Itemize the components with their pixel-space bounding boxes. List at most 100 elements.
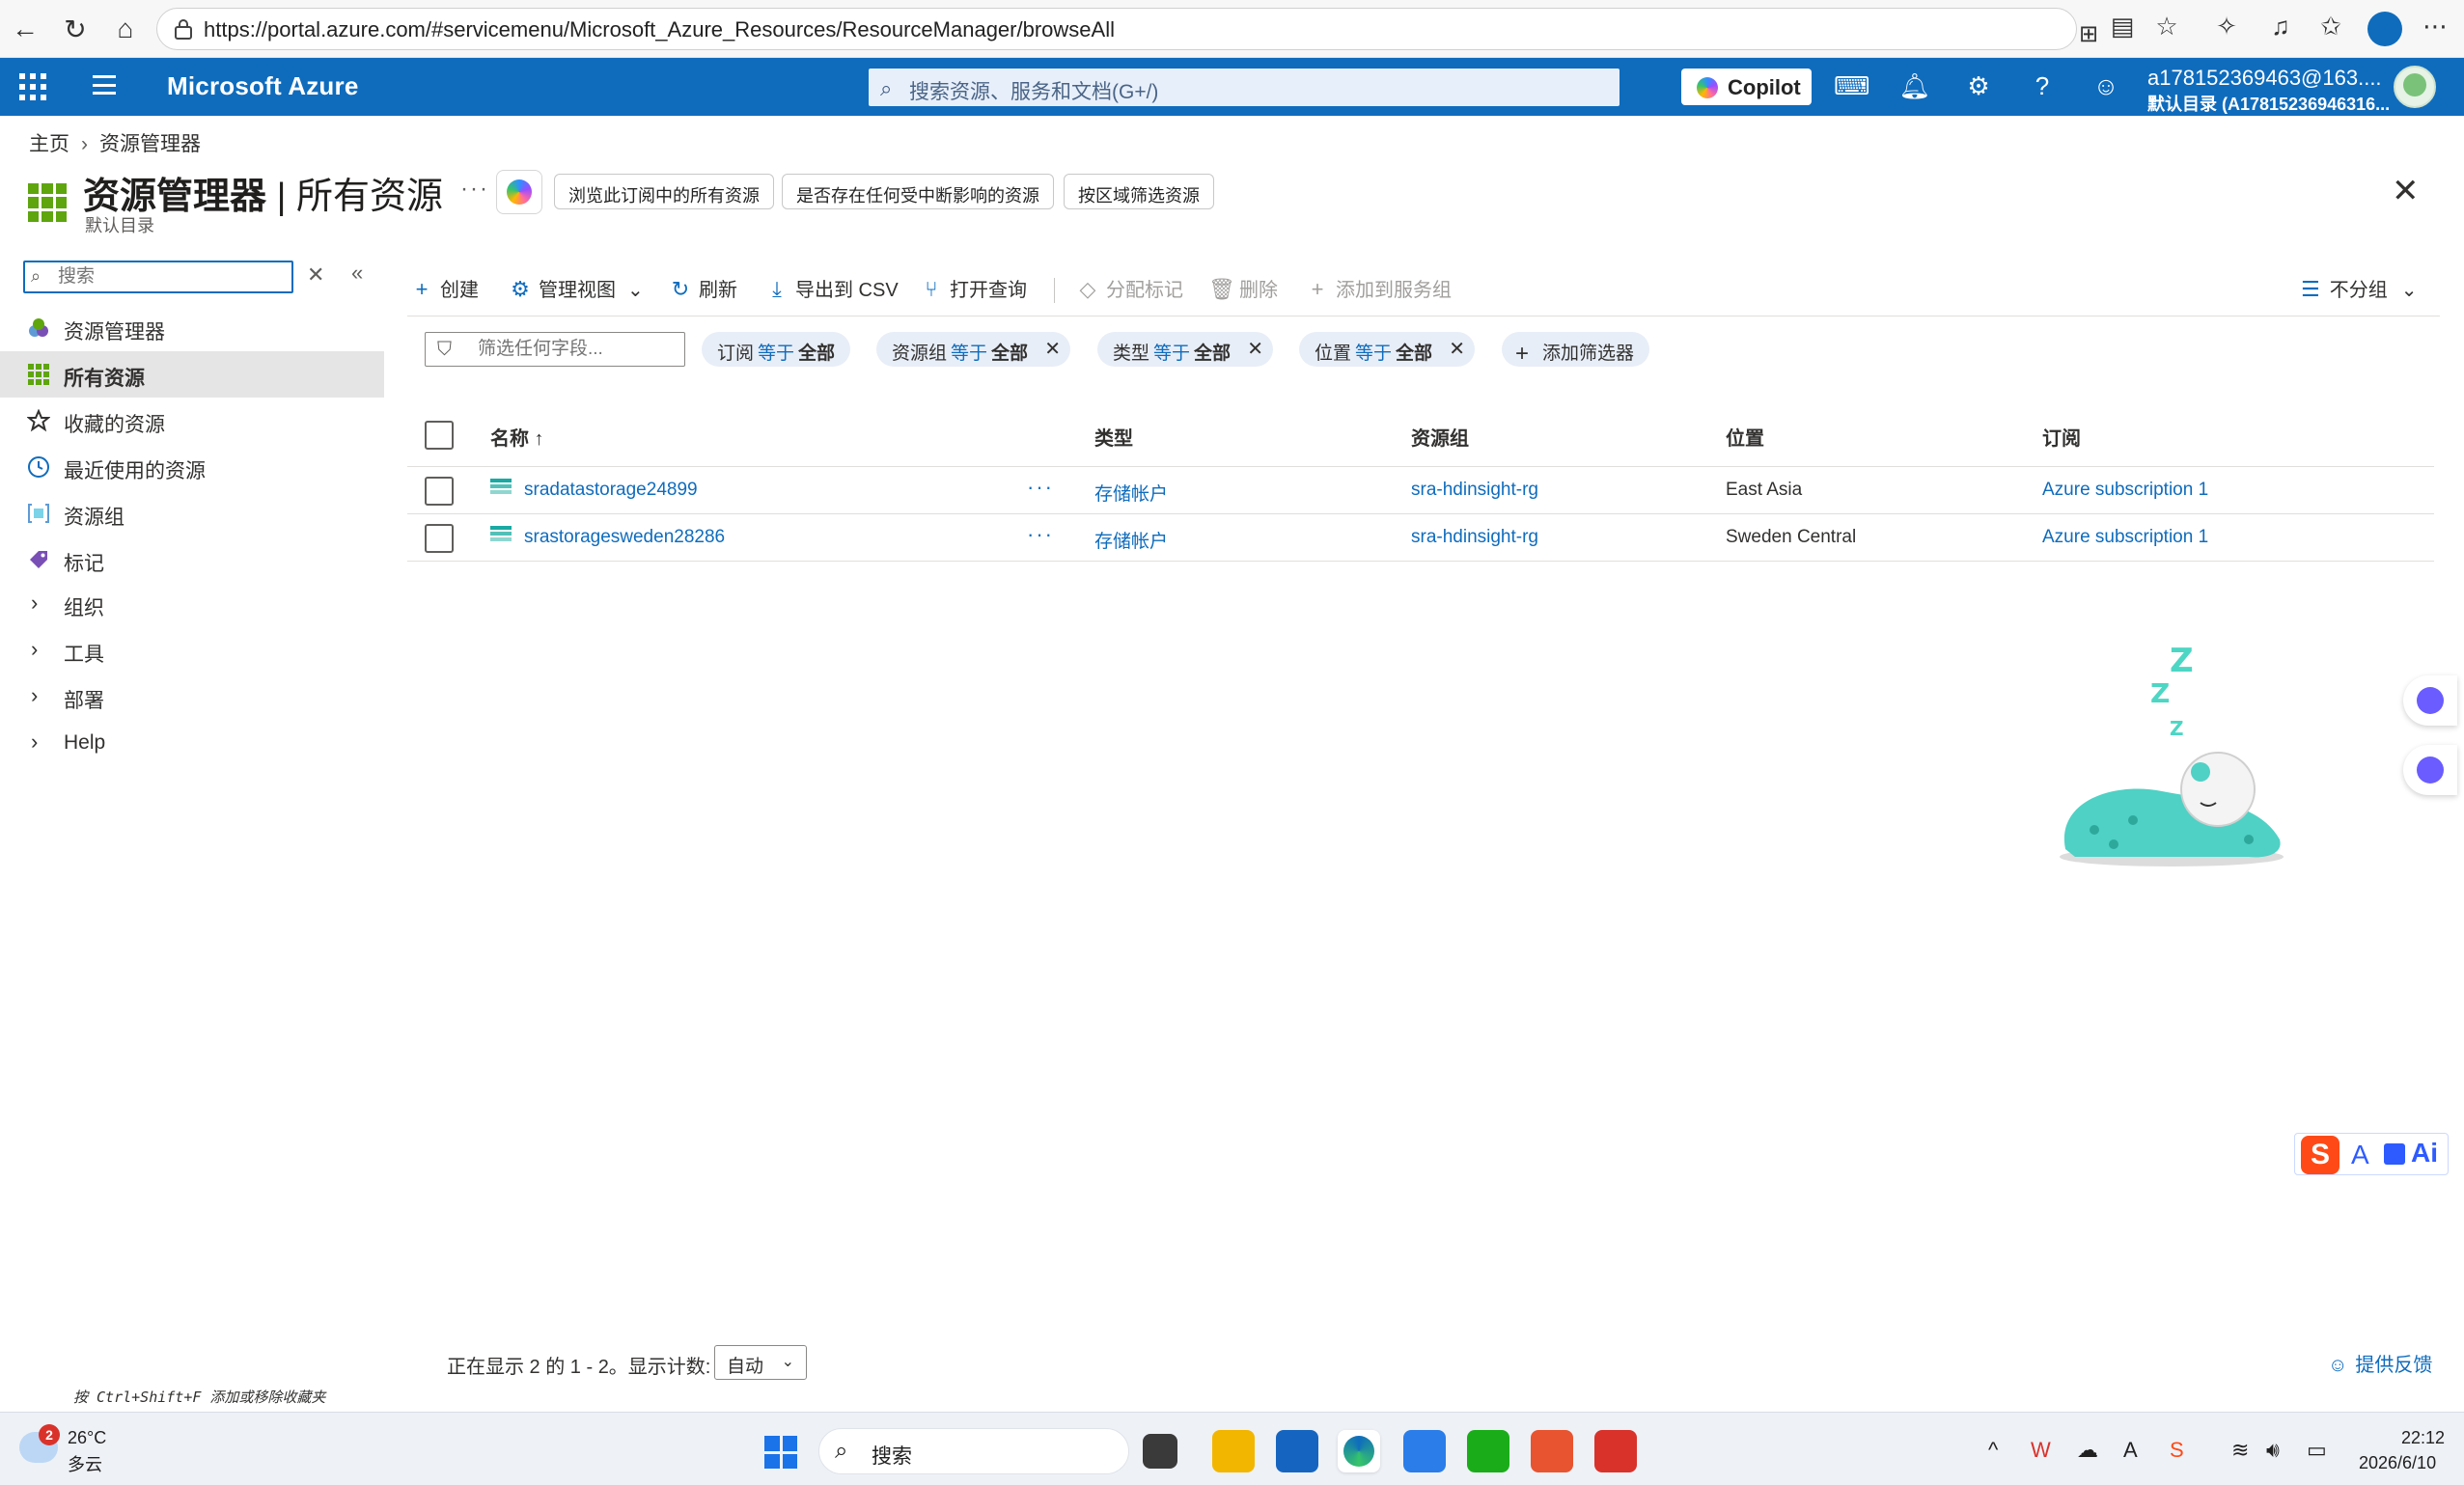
brand-title[interactable]: Microsoft Azure [167,71,359,101]
media-icon[interactable]: ♫ [2262,12,2299,46]
sidebar-item-favorites[interactable]: 收藏的资源 [23,398,384,444]
resource-group-link[interactable]: sra-hdinsight-rg [1411,480,1538,501]
ime-letter-icon[interactable]: A [2351,1140,2369,1170]
help-icon[interactable]: ? [2025,71,2060,104]
column-header-resource-group[interactable]: 资源组 [1411,423,1469,451]
cloud-shell-icon[interactable]: ⌨ [1834,71,1870,104]
add-to-service-group-button[interactable]: + 添加到服务组 [1305,274,1452,303]
row-checkbox[interactable] [425,477,454,506]
weather-temperature[interactable]: 26°C [68,1428,106,1448]
row-more-icon[interactable]: ··· [1027,475,1054,500]
extensions-icon[interactable]: ✧ [2208,12,2245,46]
breadcrumb-current[interactable]: 资源管理器 [99,133,201,155]
filter-chip-type[interactable]: 类型 等于 全部 ✕ [1097,332,1274,367]
windows-start-icon[interactable] [764,1436,797,1469]
outlook-icon[interactable] [1276,1430,1318,1472]
sidebar-search-box[interactable]: ⌕ [23,261,293,293]
account-directory[interactable]: 默认目录 (A17815236946316... [2147,91,2390,116]
resource-name-link[interactable]: sradatastorage24899 [524,480,698,501]
sidebar-item-recent[interactable]: 最近使用的资源 [23,444,384,490]
notifications-bell-icon[interactable]: 🔔︎ [1897,71,1932,104]
cloud-sync-icon[interactable]: ☁ [2077,1438,2098,1463]
profile-avatar[interactable] [2367,12,2402,46]
close-blade-icon[interactable]: ✕ [2392,172,2420,210]
resource-group-link[interactable]: sra-hdinsight-rg [1411,527,1538,548]
edge-browser-icon[interactable] [1338,1430,1380,1472]
manage-view-button[interactable]: ⚙ 管理视图 ⌄ [508,274,644,303]
filter-input[interactable] [476,338,678,361]
sidebar-item-resource-groups[interactable]: 资源组 [23,490,384,536]
font-tray-icon[interactable]: A [2123,1438,2138,1463]
weather-description[interactable]: 多云 [68,1451,102,1476]
keyboard-icon[interactable] [2384,1143,2405,1165]
home-icon[interactable]: ⌂ [104,8,147,50]
favorites-icon[interactable]: ✩ [2312,12,2349,46]
sidebar-search-input[interactable] [56,265,288,289]
wps-tray-icon[interactable]: W [2031,1438,2051,1463]
back-icon[interactable]: ← [4,8,46,50]
url-text[interactable]: https://portal.azure.com/#servicemenu/Mi… [204,17,1115,42]
reader-icon[interactable]: ▤ [2104,12,2141,46]
page-size-select[interactable]: 自动 ⌄ [714,1345,807,1380]
taskbar-search[interactable]: ⌕ 搜索 [818,1428,1129,1474]
waffle-icon[interactable] [19,73,46,100]
resource-type-link[interactable]: 存储帐户 [1094,480,1168,506]
copilot-suggestion-button[interactable] [496,170,542,214]
add-filter-button[interactable]: + 添加筛选器 [1502,332,1650,367]
feedback-person-icon[interactable]: ☺ [2089,71,2123,104]
sidebar-item-tags[interactable]: 标记 [23,536,384,583]
collapse-sidebar-icon[interactable]: « [351,261,363,286]
sidebar-item-all-resources[interactable]: 所有资源 [0,351,384,398]
ime-toolbar[interactable]: S A Ai [2294,1133,2449,1175]
select-all-checkbox[interactable] [425,421,454,450]
reload-icon[interactable]: ↻ [54,8,97,50]
account-avatar[interactable] [2394,66,2436,108]
floating-assistant-button[interactable] [2403,675,2457,726]
export-csv-button[interactable]: ⤓ 导出到 CSV [764,274,899,303]
remove-filter-icon[interactable]: ✕ [1449,337,1465,361]
task-view-icon[interactable] [1143,1434,1177,1469]
sidebar-group-help[interactable]: › Help [23,720,384,766]
floating-bot-button[interactable] [2403,745,2457,795]
clock-time[interactable]: 22:12 [2401,1428,2445,1448]
refresh-button[interactable]: ↻ 刷新 [668,274,737,303]
global-search-input[interactable]: ⌕ 搜索资源、服务和文档(G+/) [869,69,1620,106]
remove-filter-icon[interactable]: ✕ [1247,337,1263,361]
column-header-type[interactable]: 类型 [1094,423,1133,451]
powerpoint-icon[interactable] [1531,1430,1573,1472]
title-more-button[interactable]: ··· [460,176,489,203]
account-name[interactable]: a178152369463@163.... [2147,66,2382,91]
sidebar-group-deployment[interactable]: › 部署 [23,674,384,720]
quick-action-outage-impact[interactable]: 是否存在任何受中断影响的资源 [782,174,1054,209]
tray-overflow-icon[interactable]: ^ [1988,1438,1998,1463]
assign-tags-button[interactable]: ◇ 分配标记 [1075,274,1183,303]
row-checkbox[interactable] [425,524,454,553]
wps-office-icon[interactable] [1594,1430,1637,1472]
filter-chip-resource-group[interactable]: 资源组 等于 全部 ✕ [876,332,1071,367]
copilot-button[interactable]: Copilot [1681,69,1812,105]
wechat-icon[interactable] [1467,1430,1509,1472]
row-more-icon[interactable]: ··· [1027,522,1054,547]
battery-icon[interactable]: ▭ [2307,1438,2327,1463]
ime-ai-icon[interactable]: Ai [2411,1138,2438,1169]
browser-menu-icon[interactable]: ⋯ [2417,12,2453,46]
settings-gear-icon[interactable]: ⚙ [1961,71,1996,104]
portal-menu-icon[interactable] [93,75,116,95]
delete-button[interactable]: 🗑︎ 删除 [1208,274,1278,303]
breadcrumb-home[interactable]: 主页 [29,133,69,155]
subscription-link[interactable]: Azure subscription 1 [2042,527,2208,548]
filter-chip-subscription[interactable]: 订阅 等于 全部 [702,332,851,367]
clock-date[interactable]: 2026/6/10 [2359,1453,2436,1473]
sidebar-group-tools[interactable]: › 工具 [23,627,384,674]
column-header-location[interactable]: 位置 [1726,423,1764,451]
wifi-icon[interactable]: ≋ [2231,1438,2249,1463]
resource-type-link[interactable]: 存储帐户 [1094,527,1168,553]
remove-filter-icon[interactable]: ✕ [1044,337,1061,361]
favorite-star-icon[interactable]: ☆ [2148,12,2185,46]
open-query-button[interactable]: ⑂ 打开查询 [919,274,1027,303]
address-bar[interactable]: https://portal.azure.com/#servicemenu/Mi… [156,8,2098,50]
subscription-link[interactable]: Azure subscription 1 [2042,480,2208,501]
filter-field[interactable]: ⛉ [425,332,685,367]
create-button[interactable]: + 创建 [409,274,479,303]
volume-icon[interactable]: 🔊︎ [2266,1438,2280,1463]
